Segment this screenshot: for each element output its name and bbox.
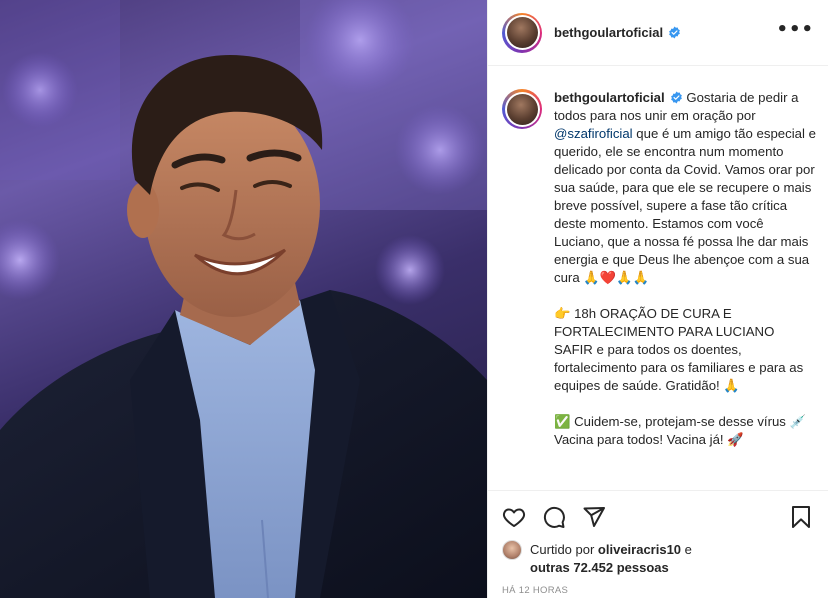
comment-icon[interactable] [542,505,566,529]
likes-summary: Curtido por oliveiracris10 e outras 72.4… [502,540,815,577]
post-photo[interactable] [0,0,487,598]
caption-body-4: ✅ Cuidem-se, protejam-se desse vírus 💉 V… [554,414,810,447]
likes-count[interactable]: outras 72.452 pessoas [530,560,669,575]
caption-username[interactable]: bethgoulartoficial [554,90,665,105]
liker-username[interactable]: oliveiracris10 [598,542,681,557]
more-options-icon[interactable]: ••• [776,20,814,45]
caption-avatar[interactable] [502,89,542,129]
post-side-panel: bethgoulartoficial ••• bethgoulartoficia… [487,0,828,598]
post-header: bethgoulartoficial ••• [488,0,828,66]
caption-text: bethgoulartoficial Gostaria de pedir a t… [554,89,816,487]
mention-link[interactable]: @szafiroficial [554,126,633,141]
likes-mid: e [681,542,692,557]
likes-prefix: Curtido por [530,542,598,557]
liker-avatar[interactable] [502,540,522,560]
verified-badge-icon [669,26,680,39]
author-avatar[interactable] [502,12,542,53]
action-icons-row [502,493,815,541]
caption-body-3: 👉 18h ORAÇÃO DE CURA E FORTALECIMENTO PA… [554,306,807,393]
caption-body-2: que é um amigo tão especial e querido, e… [554,126,820,285]
bookmark-icon[interactable] [789,505,813,529]
photo-illustration [0,0,487,598]
post-actions: Curtido por oliveiracris10 e outras 72.4… [488,490,828,598]
verified-badge-icon [670,91,682,104]
author-username[interactable]: bethgoulartoficial [554,25,663,40]
caption-area: bethgoulartoficial Gostaria de pedir a t… [488,67,828,487]
post-timestamp[interactable]: HÁ 12 HORAS [502,585,815,596]
share-icon[interactable] [582,505,606,529]
heart-icon[interactable] [502,505,526,529]
